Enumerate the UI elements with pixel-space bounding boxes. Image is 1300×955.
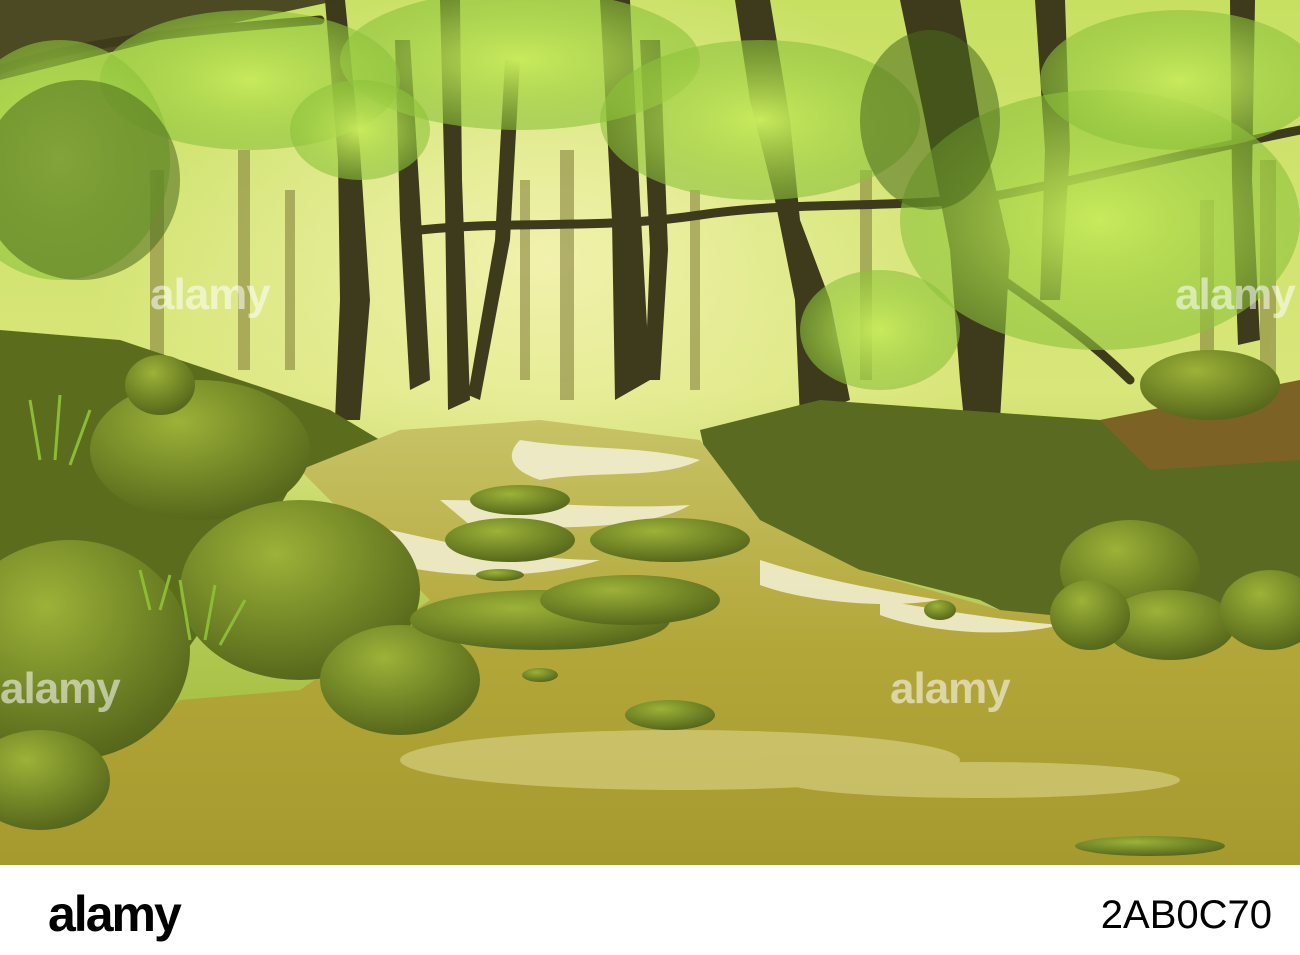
image-id: 2AB0C70 [1100,893,1272,937]
alamy-logo: alamy [48,886,182,942]
watermark-text: alamy [1175,270,1296,319]
watermark-text: alamy [0,664,121,713]
watermark-text: alamy [890,664,1011,713]
forest-river-photo [0,0,1300,865]
watermark-text: alamy [150,270,271,319]
